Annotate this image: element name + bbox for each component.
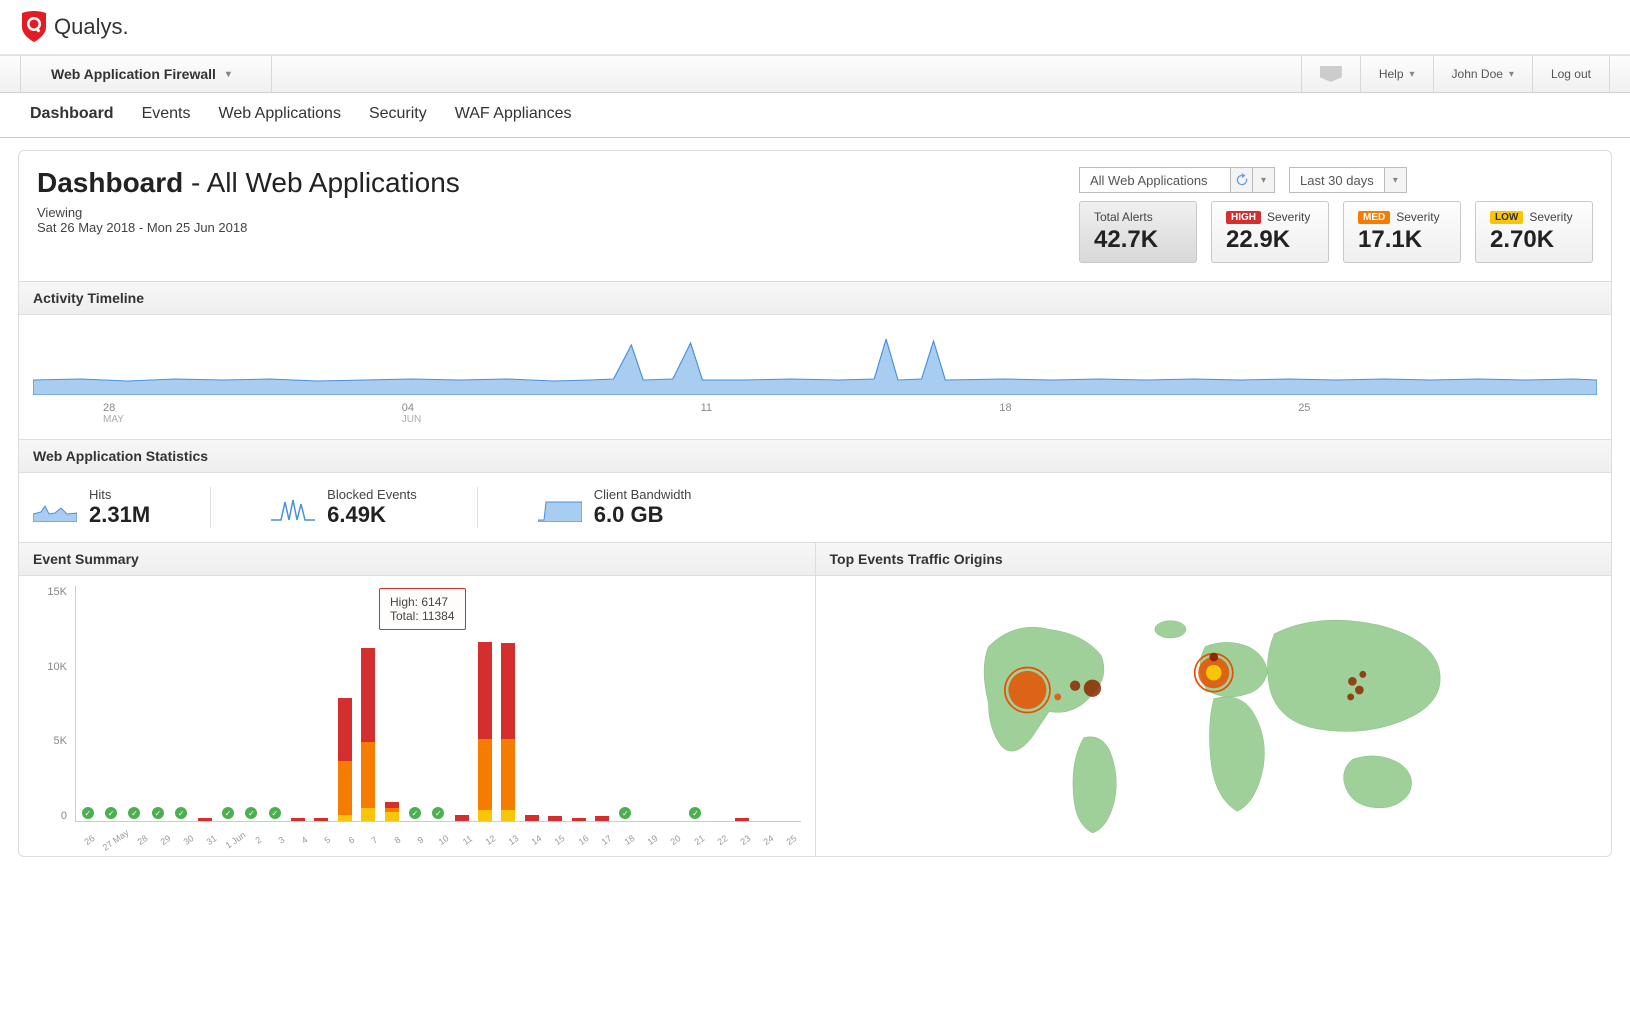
bar-slot[interactable]	[544, 816, 567, 821]
bar-slot[interactable]: ✓	[614, 807, 637, 821]
bandwidth-sparkline-icon	[538, 494, 582, 522]
shield-icon	[20, 10, 48, 44]
check-icon: ✓	[128, 807, 140, 819]
bar-slot[interactable]: ✓	[427, 807, 450, 821]
bar-slot[interactable]: ✓	[99, 807, 122, 821]
event-summary-header: Event Summary	[19, 542, 815, 576]
bar-slot[interactable]: ✓	[403, 807, 426, 821]
check-icon: ✓	[409, 807, 421, 819]
check-icon: ✓	[222, 807, 234, 819]
dashboard-card: Dashboard - All Web Applications Viewing…	[18, 150, 1612, 857]
bar-slot[interactable]	[380, 802, 403, 821]
chevron-down-icon: ▾	[1410, 69, 1415, 80]
chart-tooltip: High: 6147 Total: 11384	[379, 588, 466, 630]
blocked-sparkline-icon	[271, 494, 315, 522]
bar-slot[interactable]: ✓	[170, 807, 193, 821]
chevron-down-icon: ▾	[1252, 168, 1274, 192]
chevron-down-icon: ▾	[1509, 69, 1514, 80]
stats-header: Web Application Statistics	[19, 439, 1611, 473]
bar-slot[interactable]: ✓	[240, 807, 263, 821]
bar-slot[interactable]	[450, 815, 473, 821]
chevron-down-icon: ▾	[226, 69, 231, 80]
page-title: Dashboard - All Web Applications	[37, 167, 460, 199]
date-range-select[interactable]: Last 30 days ▾	[1289, 167, 1407, 193]
world-map	[816, 576, 1612, 856]
app-filter-select[interactable]: All Web Applications ▾	[1079, 167, 1275, 193]
check-icon: ✓	[82, 807, 94, 819]
check-icon: ✓	[432, 807, 444, 819]
bar-slot[interactable]: ✓	[684, 807, 707, 821]
bar-slot[interactable]	[193, 818, 216, 821]
bar-slot[interactable]: ✓	[123, 807, 146, 821]
total-alerts-card[interactable]: Total Alerts 42.7K	[1079, 201, 1197, 263]
check-icon: ✓	[152, 807, 164, 819]
check-icon: ✓	[245, 807, 257, 819]
help-menu[interactable]: Help▾	[1360, 56, 1433, 92]
date-range: Sat 26 May 2018 - Mon 25 Jun 2018	[37, 220, 460, 235]
check-icon: ✓	[689, 807, 701, 819]
bar-slot[interactable]: ✓	[263, 807, 286, 821]
bar-slot[interactable]	[497, 643, 520, 822]
check-icon: ✓	[269, 807, 281, 819]
bar-slot[interactable]	[590, 816, 613, 821]
brand-text: Qualys.	[54, 14, 129, 40]
tab-waf-appliances[interactable]: WAF Appliances	[455, 105, 572, 123]
bandwidth-stat: Client Bandwidth 6.0 GB	[538, 487, 752, 528]
timeline-chart: 28MAY04JUN111825	[19, 315, 1611, 439]
event-summary-chart: 15K10K5K0 ✓✓✓✓✓✓✓✓✓✓✓✓ 2627 May282930311…	[19, 576, 815, 846]
check-icon: ✓	[105, 807, 117, 819]
bar-slot[interactable]	[520, 815, 543, 821]
hits-stat: Hits 2.31M	[33, 487, 211, 528]
logo: Qualys.	[20, 10, 129, 44]
app-selector[interactable]: Web Application Firewall ▾	[20, 56, 272, 92]
hits-sparkline-icon	[33, 494, 77, 522]
brand-bar: Qualys.	[0, 0, 1630, 55]
bar-slot[interactable]: ✓	[216, 807, 239, 821]
app-selector-label: Web Application Firewall	[51, 66, 216, 82]
tab-events[interactable]: Events	[142, 105, 191, 123]
envelope-icon	[1320, 66, 1342, 82]
bar-slot[interactable]	[286, 818, 309, 821]
bar-slot[interactable]	[333, 698, 356, 821]
traffic-origins-header: Top Events Traffic Origins	[816, 542, 1612, 576]
high-severity-card[interactable]: HIGHSeverity 22.9K	[1211, 201, 1329, 263]
check-icon: ✓	[175, 807, 187, 819]
bar-slot[interactable]: ✓	[76, 807, 99, 821]
chevron-down-icon: ▾	[1384, 168, 1406, 192]
viewing-label: Viewing	[37, 205, 460, 220]
timeline-header: Activity Timeline	[19, 281, 1611, 315]
bar-slot[interactable]	[310, 818, 333, 821]
blocked-stat: Blocked Events 6.49K	[271, 487, 478, 528]
bar-slot[interactable]	[357, 648, 380, 821]
bar-slot[interactable]	[567, 818, 590, 821]
refresh-icon[interactable]	[1230, 168, 1252, 192]
bar-slot[interactable]	[731, 818, 754, 821]
check-icon: ✓	[619, 807, 631, 819]
tab-web-applications[interactable]: Web Applications	[219, 105, 341, 123]
logout-button[interactable]: Log out	[1532, 56, 1610, 92]
nav-bar: Web Application Firewall ▾ Help▾ John Do…	[0, 55, 1630, 93]
tab-security[interactable]: Security	[369, 105, 427, 123]
low-severity-card[interactable]: LOWSeverity 2.70K	[1475, 201, 1593, 263]
med-severity-card[interactable]: MEDSeverity 17.1K	[1343, 201, 1461, 263]
main-tabs: Dashboard Events Web Applications Security W…	[0, 93, 1630, 138]
stats-row: Hits 2.31M Blocked Events 6.49K Client B…	[19, 473, 1611, 542]
tab-dashboard[interactable]: Dashboard	[30, 105, 114, 123]
mail-button[interactable]	[1301, 56, 1360, 92]
dashboard-header: Dashboard - All Web Applications Viewing…	[19, 151, 1611, 281]
user-menu[interactable]: John Doe▾	[1433, 56, 1532, 92]
bar-slot[interactable]: ✓	[146, 807, 169, 821]
bar-slot[interactable]	[473, 642, 496, 821]
